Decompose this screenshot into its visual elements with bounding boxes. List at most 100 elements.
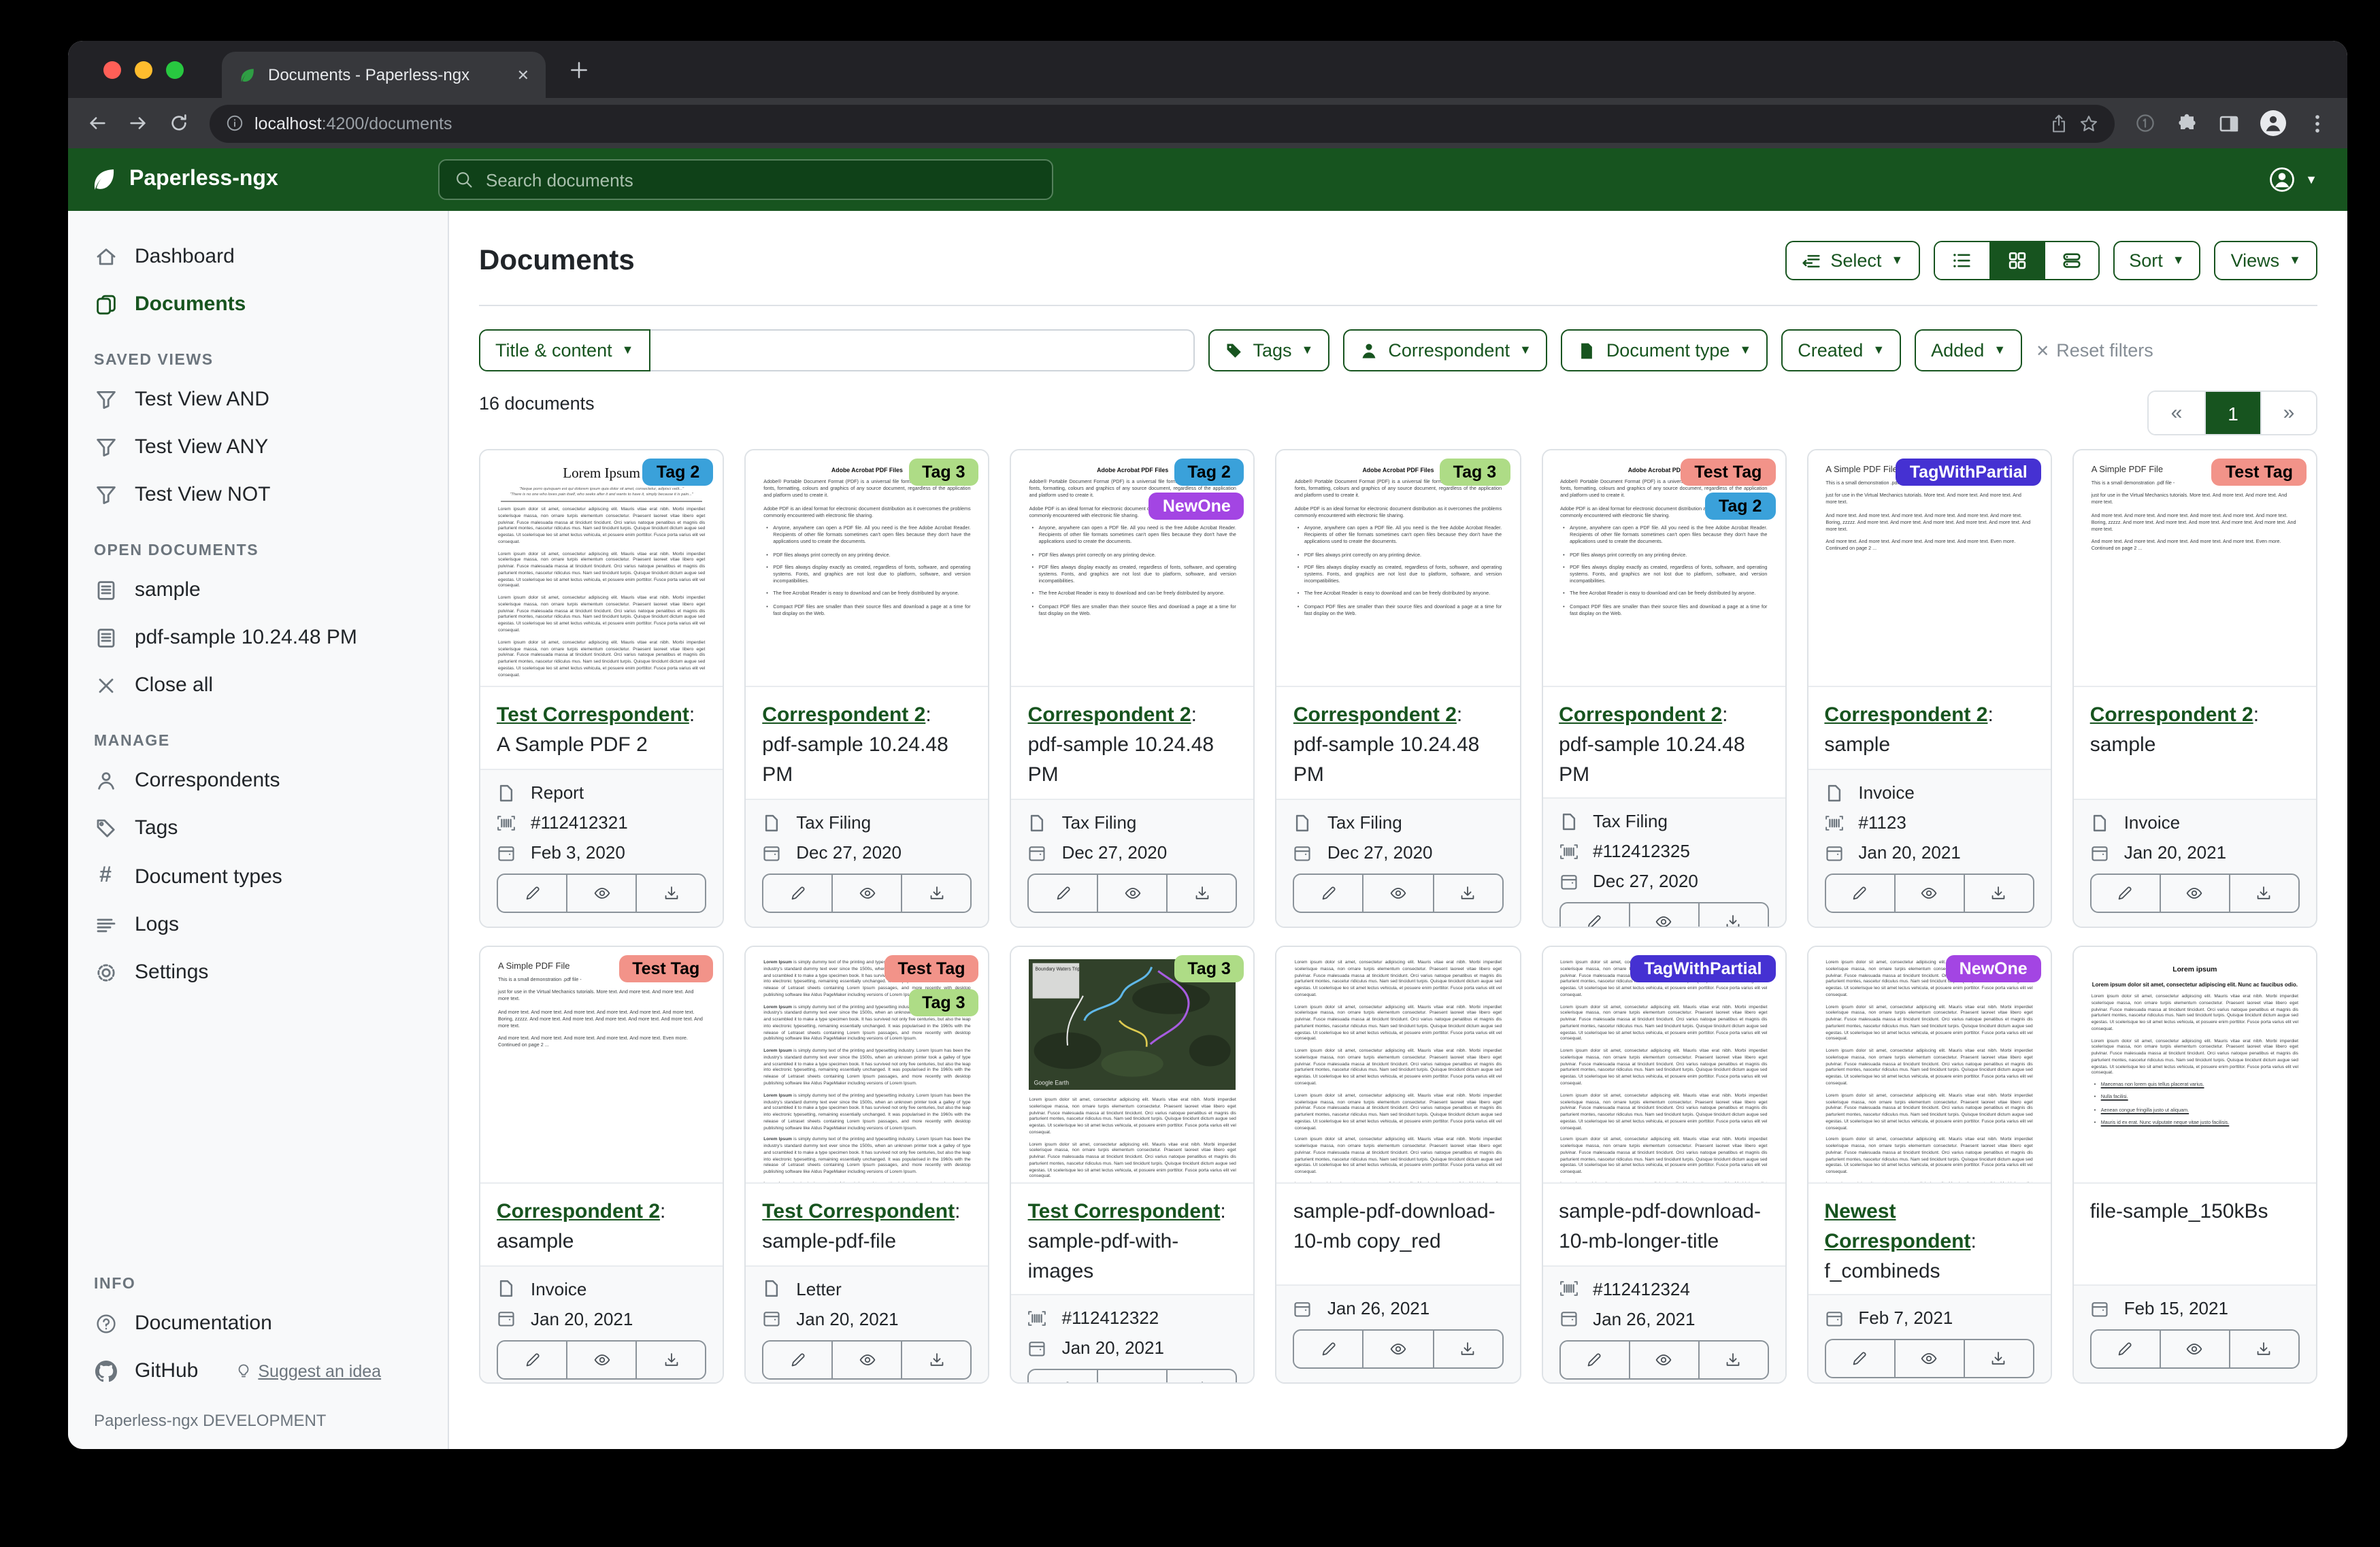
- view-button[interactable]: [1628, 904, 1698, 929]
- edit-button[interactable]: [498, 875, 566, 912]
- view-button[interactable]: [831, 1341, 901, 1378]
- sidebar-item-documentation[interactable]: Documentation: [68, 1299, 448, 1347]
- sidebar-item-correspondents[interactable]: Correspondents: [68, 756, 448, 804]
- close-window-button[interactable]: [103, 61, 121, 78]
- tag-badge[interactable]: NewOne: [1946, 955, 2041, 982]
- download-button[interactable]: [1698, 904, 1767, 929]
- correspondent-link[interactable]: Correspondent 2: [1293, 703, 1457, 727]
- document-card[interactable]: Lorem ipsum dolor sit amet, consectetur …: [1806, 946, 2051, 1384]
- thumbnail[interactable]: Lorem ipsumLorem ipsum dolor sit amet, c…: [2074, 947, 2316, 1184]
- bookmark-star-icon[interactable]: [2079, 114, 2098, 133]
- share-icon[interactable]: [2049, 114, 2068, 133]
- correspondent-link[interactable]: Correspondent 2: [1824, 703, 1987, 727]
- tag-badge[interactable]: Tag 2: [1174, 459, 1244, 486]
- tag-badge[interactable]: Test Tag: [884, 955, 978, 982]
- address-bar[interactable]: localhost:4200/documents: [210, 104, 2115, 142]
- thumbnail[interactable]: Lorem ipsum dolor sit amet, consectetur …: [1542, 947, 1785, 1184]
- view-button[interactable]: [1363, 1331, 1432, 1367]
- document-card[interactable]: Lorem Ipsum is simply dummy text of the …: [744, 946, 989, 1384]
- view-button[interactable]: [1097, 1371, 1167, 1384]
- close-tab-icon[interactable]: ✕: [517, 66, 529, 84]
- edit-button[interactable]: [1295, 875, 1363, 912]
- sidebar-item-settings[interactable]: Settings: [68, 948, 448, 996]
- tag-badge[interactable]: Test Tag: [2212, 459, 2307, 486]
- tag-badge[interactable]: Test Tag: [1681, 459, 1775, 486]
- download-button[interactable]: [2229, 875, 2298, 912]
- suggest-idea-link[interactable]: Suggest an idea: [235, 1361, 381, 1380]
- pagination-page-1-button[interactable]: 1: [2204, 392, 2260, 434]
- created-filter-button[interactable]: Created ▼: [1781, 329, 1901, 371]
- select-button[interactable]: Select ▼: [1785, 241, 1919, 280]
- document-card[interactable]: Lorem Ipsum"Neque porro quisquam est qui…: [479, 449, 724, 928]
- reset-filters-button[interactable]: ✕ Reset filters: [2036, 340, 2153, 361]
- view-button[interactable]: [1894, 1341, 1964, 1378]
- edit-button[interactable]: [763, 875, 831, 912]
- thumbnail[interactable]: Adobe Acrobat PDF FilesAdobe® Portable D…: [746, 450, 988, 687]
- thumbnail[interactable]: Adobe Acrobat PDF FilesAdobe® Portable D…: [1542, 450, 1785, 687]
- document-type-filter-button[interactable]: Document type ▼: [1561, 329, 1768, 371]
- grid-view-button[interactable]: [1989, 242, 2043, 279]
- document-card[interactable]: A Simple PDF FileThis is a small demonst…: [2072, 449, 2317, 928]
- sidebar-item-open-doc-pdf-sample[interactable]: pdf-sample 10.24.48 PM: [68, 614, 448, 661]
- search-field-selector[interactable]: Title & content ▼: [479, 329, 650, 371]
- tag-badge[interactable]: Tag 3: [908, 459, 978, 486]
- sidebar-item-open-doc-sample[interactable]: sample: [68, 566, 448, 614]
- edit-button[interactable]: [1295, 1331, 1363, 1367]
- thumbnail[interactable]: Lorem Ipsum is simply dummy text of the …: [746, 947, 988, 1184]
- thumbnail[interactable]: A Simple PDF FileThis is a small demonst…: [2074, 450, 2316, 687]
- view-button[interactable]: [2160, 1331, 2229, 1367]
- download-button[interactable]: [1698, 1341, 1767, 1378]
- thumbnail[interactable]: A Simple PDF FileThis is a small demonst…: [480, 947, 723, 1184]
- added-filter-button[interactable]: Added ▼: [1915, 329, 2022, 371]
- correspondent-link[interactable]: Correspondent 2: [497, 1200, 660, 1223]
- document-card[interactable]: Adobe Acrobat PDF FilesAdobe® Portable D…: [1276, 449, 1521, 928]
- edit-button[interactable]: [2092, 1331, 2160, 1367]
- pagination-next-button[interactable]: »: [2260, 392, 2316, 434]
- correspondent-link[interactable]: Test Correspondent: [762, 1200, 955, 1223]
- document-card[interactable]: A Simple PDF FileThis is a small demonst…: [1806, 449, 2051, 928]
- edit-button[interactable]: [498, 1341, 566, 1378]
- sidebar-item-document-types[interactable]: # Document types: [68, 852, 448, 901]
- detail-view-button[interactable]: [2043, 242, 2098, 279]
- browser-tab[interactable]: Documents - Paperless-ngx ✕: [222, 52, 546, 98]
- view-button[interactable]: [1894, 875, 1964, 912]
- view-button[interactable]: [1363, 875, 1432, 912]
- edit-button[interactable]: [2092, 875, 2160, 912]
- thumbnail[interactable]: Boundary Waters TripGoogle EarthLorem ip…: [1012, 947, 1254, 1184]
- thumbnail[interactable]: A Simple PDF FileThis is a small demonst…: [1808, 450, 2050, 687]
- sidebar-item-test-view-not[interactable]: Test View NOT: [68, 471, 448, 518]
- edit-button[interactable]: [1825, 1341, 1894, 1378]
- edit-button[interactable]: [763, 1341, 831, 1378]
- download-button[interactable]: [1432, 875, 1502, 912]
- edit-button[interactable]: [1029, 875, 1097, 912]
- list-view-button[interactable]: [1934, 242, 1989, 279]
- pagination-prev-button[interactable]: «: [2149, 392, 2204, 434]
- sidebar-item-test-view-any[interactable]: Test View ANY: [68, 423, 448, 471]
- download-button[interactable]: [901, 875, 970, 912]
- tag-badge[interactable]: Tag 2: [1705, 493, 1775, 520]
- site-info-icon[interactable]: [226, 114, 244, 132]
- new-tab-button[interactable]: [567, 58, 591, 81]
- download-button[interactable]: [1964, 1341, 2033, 1378]
- document-card[interactable]: Lorem ipsum dolor sit amet, consectetur …: [1276, 946, 1521, 1384]
- view-button[interactable]: [1628, 1341, 1698, 1378]
- tag-badge[interactable]: Tag 2: [643, 459, 713, 486]
- download-button[interactable]: [635, 875, 705, 912]
- view-button[interactable]: [831, 875, 901, 912]
- forward-icon[interactable]: [128, 113, 148, 133]
- tag-badge[interactable]: TagWithPartial: [1630, 955, 1775, 982]
- sort-button[interactable]: Sort ▼: [2113, 241, 2200, 280]
- search-input[interactable]: [486, 169, 1037, 190]
- view-button[interactable]: [566, 1341, 635, 1378]
- download-button[interactable]: [2229, 1331, 2298, 1367]
- tag-badge[interactable]: Tag 3: [1440, 459, 1510, 486]
- edit-button[interactable]: [1560, 904, 1628, 929]
- sidebar-item-test-view-and[interactable]: Test View AND: [68, 376, 448, 423]
- view-button[interactable]: [566, 875, 635, 912]
- correspondent-link[interactable]: Correspondent 2: [762, 703, 925, 727]
- side-panel-icon[interactable]: [2218, 112, 2240, 134]
- browser-menu-kebab-icon[interactable]: [2307, 112, 2328, 134]
- sidebar-item-dashboard[interactable]: Dashboard: [68, 233, 448, 280]
- tag-badge[interactable]: Test Tag: [618, 955, 713, 982]
- edit-button[interactable]: [1029, 1371, 1097, 1384]
